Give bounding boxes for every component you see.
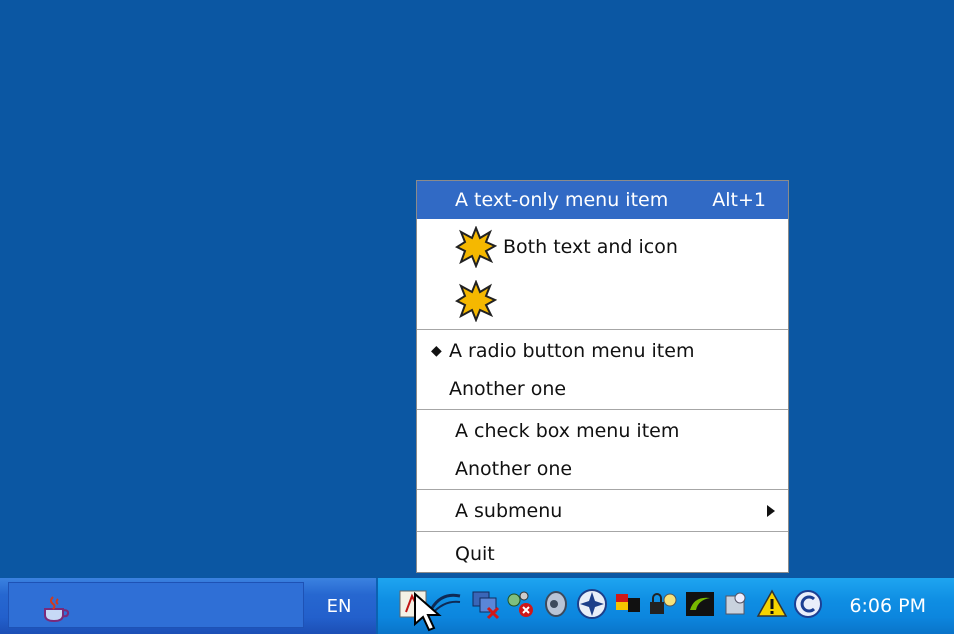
menu-item-label: A radio button menu item [449, 340, 695, 362]
menu-item-label: Both text and icon [503, 236, 678, 258]
menu-item-quit[interactable]: Quit [417, 535, 788, 572]
star-burst-icon [455, 226, 497, 268]
menu-item-label: A submenu [455, 500, 563, 522]
menu-separator [417, 489, 788, 490]
radio-selected-icon: ◆ [431, 343, 442, 359]
language-indicator[interactable]: EN [306, 584, 372, 628]
nvidia-icon[interactable] [684, 588, 716, 620]
java-cup-icon[interactable] [39, 595, 71, 623]
volume-icon[interactable] [540, 588, 572, 620]
menu-item-checkbox-2[interactable]: Another one [417, 451, 788, 487]
menu-item-label: A check box menu item [455, 420, 680, 442]
menu-item-label: Quit [455, 542, 495, 565]
star-burst-icon [455, 280, 497, 322]
menu-item-text-and-icon[interactable]: Both text and icon [417, 225, 788, 269]
compass-star-icon[interactable] [576, 588, 608, 620]
wireless-error-icon[interactable] [504, 588, 536, 620]
popup-menu: A text-only menu item Alt+1 Both text an… [416, 180, 789, 573]
lock-bulb-icon[interactable] [646, 588, 678, 620]
clock[interactable]: 6:06 PM [849, 578, 926, 634]
menu-item-text-only[interactable]: A text-only menu item Alt+1 [417, 181, 788, 219]
warning-icon[interactable] [756, 588, 788, 620]
system-tray: 6:06 PM [376, 578, 954, 634]
menu-item-checkbox-1[interactable]: A check box menu item [417, 413, 788, 449]
usb-device-icon[interactable] [720, 588, 752, 620]
taskbar: EN 6:06 PM [0, 578, 954, 634]
menu-separator [417, 409, 788, 410]
accelerator-label: Alt+1 [712, 189, 766, 211]
menu-item-label: A text-only menu item [455, 189, 669, 211]
menu-item-label: Another one [455, 458, 573, 480]
menu-item-label: Another one [449, 378, 567, 400]
update-icon[interactable] [792, 588, 824, 620]
menu-separator [417, 531, 788, 532]
menu-separator [417, 329, 788, 330]
security-flag-icon[interactable] [612, 588, 644, 620]
submenu-arrow-icon [767, 505, 775, 517]
menu-item-radio-1[interactable]: ◆ A radio button menu item [417, 333, 788, 369]
network-disconnected-icon[interactable] [470, 588, 502, 620]
menu-item-icon-only[interactable] [417, 279, 788, 323]
mouse-pointer-icon [414, 592, 442, 632]
menu-item-submenu[interactable]: A submenu [417, 493, 788, 529]
taskbar-buttons-area[interactable] [8, 582, 304, 628]
menu-item-radio-2[interactable]: Another one [417, 371, 788, 407]
